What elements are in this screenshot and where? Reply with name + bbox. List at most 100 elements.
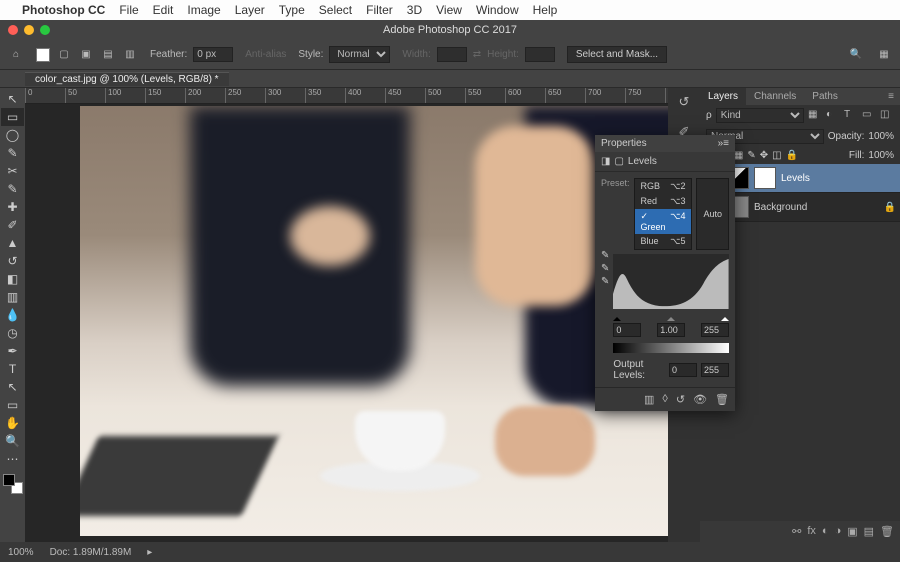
feather-input[interactable] bbox=[193, 47, 233, 62]
menu-file[interactable]: File bbox=[119, 3, 138, 17]
subtract-selection-icon[interactable]: ▤ bbox=[100, 47, 116, 63]
input-sliders[interactable] bbox=[613, 313, 729, 323]
intersect-selection-icon[interactable]: ▥ bbox=[122, 47, 138, 63]
layer-group-icon[interactable]: ▣ bbox=[847, 525, 857, 538]
crop-tool[interactable]: ✂ bbox=[1, 162, 24, 180]
menu-window[interactable]: Window bbox=[476, 3, 519, 17]
properties-panel[interactable]: Properties »≡ ◨ ▢ Levels Preset: RGB⌥2Re… bbox=[595, 135, 735, 411]
opacity-value[interactable]: 100% bbox=[868, 131, 894, 142]
lock-artboard-icon[interactable]: ◫ bbox=[772, 150, 781, 161]
toggle-visibility-icon[interactable]: 👁 bbox=[693, 393, 707, 406]
menu-help[interactable]: Help bbox=[533, 3, 558, 17]
lock-position-icon[interactable]: ✥ bbox=[760, 150, 768, 161]
filter-smart-icon[interactable]: ◫ bbox=[880, 109, 894, 123]
window-maximize[interactable] bbox=[40, 25, 50, 35]
window-minimize[interactable] bbox=[24, 25, 34, 35]
select-and-mask-button[interactable]: Select and Mask... bbox=[567, 46, 667, 63]
edit-toolbar[interactable]: ⋯ bbox=[1, 450, 24, 468]
channel-option-red[interactable]: Red⌥3 bbox=[635, 194, 692, 209]
menu-view[interactable]: View bbox=[436, 3, 462, 17]
clone-stamp-tool[interactable]: ▲ bbox=[1, 234, 24, 252]
app-menu[interactable]: Photoshop CC bbox=[22, 3, 105, 17]
style-select[interactable]: Normal bbox=[329, 46, 390, 63]
document-canvas[interactable] bbox=[80, 106, 668, 536]
lasso-tool[interactable]: ◯ bbox=[1, 126, 24, 144]
new-layer-icon[interactable]: ▤ bbox=[864, 525, 874, 538]
quick-select-tool[interactable]: ✎ bbox=[1, 144, 24, 162]
tab-paths[interactable]: Paths bbox=[804, 88, 846, 105]
lock-pixels-icon[interactable]: ✎ bbox=[747, 150, 755, 161]
properties-collapse-icon[interactable]: »≡ bbox=[718, 138, 729, 149]
history-brush-tool[interactable]: ↺ bbox=[1, 252, 24, 270]
kind-select[interactable]: Kind bbox=[716, 108, 804, 123]
delete-adjustment-icon[interactable]: 🗑 bbox=[715, 393, 729, 406]
output-black[interactable] bbox=[669, 363, 697, 377]
window-close[interactable] bbox=[8, 25, 18, 35]
delete-layer-icon[interactable]: 🗑 bbox=[880, 525, 894, 538]
filter-type-icon[interactable]: T bbox=[844, 109, 858, 123]
lock-all-icon[interactable]: 🔒 bbox=[786, 150, 798, 161]
channel-option-blue[interactable]: Blue⌥5 bbox=[635, 234, 692, 249]
blur-tool[interactable]: 💧 bbox=[1, 306, 24, 324]
output-white[interactable] bbox=[701, 363, 729, 377]
auto-button[interactable]: Auto bbox=[696, 178, 729, 250]
move-tool[interactable]: ↖ bbox=[1, 90, 24, 108]
layer-mask-icon[interactable]: ◐ bbox=[822, 525, 829, 538]
tab-layers[interactable]: Layers bbox=[700, 88, 746, 105]
path-select-tool[interactable]: ↖ bbox=[1, 378, 24, 396]
black-eyedropper-icon[interactable]: ✎ bbox=[601, 250, 609, 261]
marquee-tool[interactable]: ▭ bbox=[1, 108, 24, 126]
new-selection-icon[interactable]: ▢ bbox=[56, 47, 72, 63]
rectangle-tool[interactable]: ▭ bbox=[1, 396, 24, 414]
brush-tool[interactable]: ✐ bbox=[1, 216, 24, 234]
output-gradient[interactable] bbox=[613, 343, 729, 353]
menu-3d[interactable]: 3D bbox=[407, 3, 422, 17]
menu-edit[interactable]: Edit bbox=[153, 3, 174, 17]
search-icon[interactable]: 🔍 bbox=[848, 47, 864, 63]
menu-image[interactable]: Image bbox=[187, 3, 220, 17]
marquee-icon[interactable] bbox=[36, 48, 50, 62]
panel-menu-icon[interactable]: ≡ bbox=[882, 88, 900, 105]
filter-adjust-icon[interactable]: ◐ bbox=[826, 109, 840, 123]
filter-pixel-icon[interactable]: ▦ bbox=[808, 109, 822, 123]
color-swatches[interactable] bbox=[3, 474, 23, 494]
eraser-tool[interactable]: ◧ bbox=[1, 270, 24, 288]
add-selection-icon[interactable]: ▣ bbox=[78, 47, 94, 63]
link-layers-icon[interactable]: ⚯ bbox=[792, 525, 801, 538]
tab-channels[interactable]: Channels bbox=[746, 88, 804, 105]
fill-value[interactable]: 100% bbox=[868, 150, 894, 161]
filter-shape-icon[interactable]: ▭ bbox=[862, 109, 876, 123]
hand-tool[interactable]: ✋ bbox=[1, 414, 24, 432]
history-icon[interactable]: ↺ bbox=[674, 92, 694, 112]
channel-option-rgb[interactable]: RGB⌥2 bbox=[635, 179, 692, 194]
clip-to-layer-icon[interactable]: ▥ bbox=[644, 393, 654, 406]
reset-icon[interactable]: ↺ bbox=[676, 393, 685, 406]
gradient-tool[interactable]: ▥ bbox=[1, 288, 24, 306]
layer-fx-icon[interactable]: fx bbox=[807, 525, 816, 538]
pen-tool[interactable]: ✒ bbox=[1, 342, 24, 360]
menu-select[interactable]: Select bbox=[319, 3, 352, 17]
lock-transparency-icon[interactable]: ▦ bbox=[734, 150, 743, 161]
workspace-icon[interactable]: ▦ bbox=[876, 47, 892, 63]
channel-select-open[interactable]: RGB⌥2Red⌥3✓ Green⌥4Blue⌥5 bbox=[634, 178, 693, 250]
input-white[interactable] bbox=[701, 323, 729, 337]
zoom-tool[interactable]: 🔍 bbox=[1, 432, 24, 450]
type-tool[interactable]: T bbox=[1, 360, 24, 378]
adjustment-layer-icon[interactable]: ◑ bbox=[835, 525, 842, 538]
status-chevron-icon[interactable]: ▸ bbox=[147, 547, 152, 558]
menu-filter[interactable]: Filter bbox=[366, 3, 393, 17]
gray-eyedropper-icon[interactable]: ✎ bbox=[601, 263, 609, 274]
channel-option-green[interactable]: ✓ Green⌥4 bbox=[635, 209, 692, 234]
input-mid[interactable] bbox=[657, 323, 685, 337]
view-previous-icon[interactable]: ◊ bbox=[662, 393, 667, 406]
menu-type[interactable]: Type bbox=[279, 3, 305, 17]
document-tab[interactable]: color_cast.jpg @ 100% (Levels, RGB/8) * bbox=[25, 72, 229, 86]
dodge-tool[interactable]: ◷ bbox=[1, 324, 24, 342]
menu-layer[interactable]: Layer bbox=[235, 3, 265, 17]
layer-mask-thumb[interactable] bbox=[754, 167, 776, 189]
spot-heal-tool[interactable]: ✚ bbox=[1, 198, 24, 216]
eyedropper-tool[interactable]: ✎ bbox=[1, 180, 24, 198]
white-eyedropper-icon[interactable]: ✎ bbox=[601, 276, 609, 287]
zoom-level[interactable]: 100% bbox=[8, 547, 34, 558]
input-black[interactable] bbox=[613, 323, 641, 337]
